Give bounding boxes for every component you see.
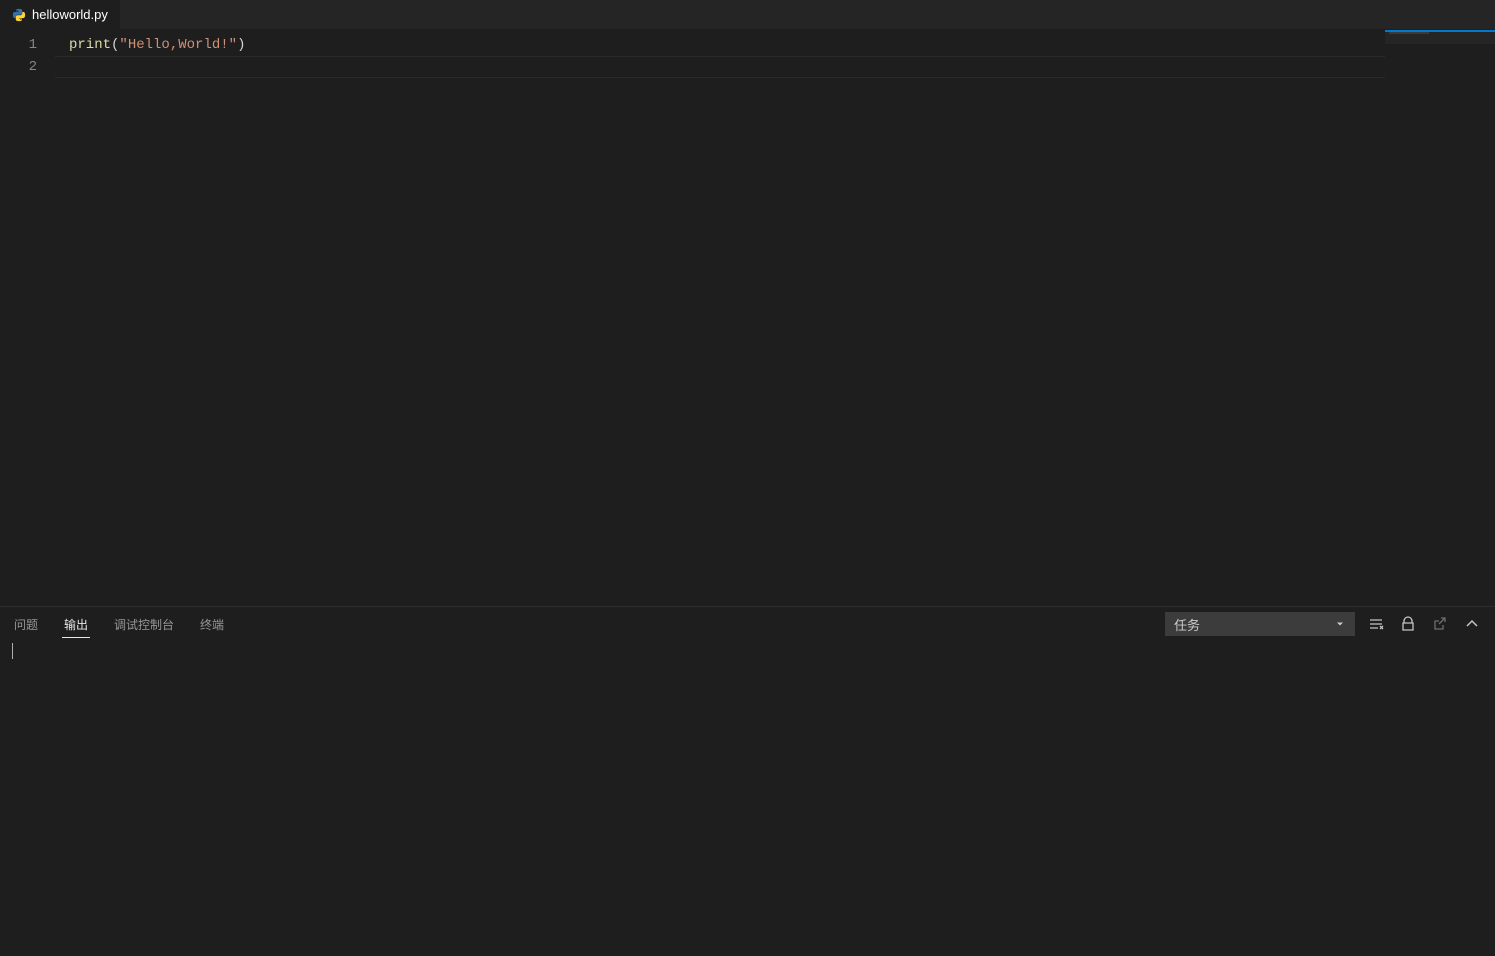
panel-tab-output[interactable]: 输出 <box>62 607 90 641</box>
panel-tabs: 问题 输出 调试控制台 终端 <box>12 607 226 641</box>
collapse-panel-icon[interactable] <box>1461 613 1483 635</box>
select-value: 任务 <box>1174 615 1200 634</box>
editor[interactable]: 1 2 print("Hello,World!") <box>0 30 1495 606</box>
line-number: 1 <box>0 34 55 56</box>
editor-tabbar: helloworld.py <box>0 0 1495 30</box>
panel-header: 问题 输出 调试控制台 终端 任务 <box>0 607 1495 641</box>
code-line[interactable]: print("Hello,World!") <box>55 34 1385 56</box>
open-log-icon[interactable] <box>1429 613 1451 635</box>
tabbar-empty <box>121 0 1495 29</box>
clear-output-icon[interactable] <box>1365 613 1387 635</box>
output-body[interactable] <box>0 641 1495 956</box>
code-line[interactable] <box>55 56 1385 78</box>
token-str: " <box>229 37 237 53</box>
tab-filename: helloworld.py <box>32 7 108 22</box>
panel-actions: 任务 <box>1165 612 1483 636</box>
panel-tab-problems[interactable]: 问题 <box>12 607 40 641</box>
token-str: " <box>119 37 127 53</box>
tab-helloworld-py[interactable]: helloworld.py <box>0 0 121 29</box>
token-fn: print <box>69 37 111 53</box>
token-str: Hello,World! <box>128 37 229 53</box>
python-icon <box>12 8 26 22</box>
minimap-line <box>1389 32 1429 34</box>
chevron-down-icon <box>1334 618 1346 630</box>
minimap[interactable] <box>1385 30 1495 606</box>
panel-tab-terminal[interactable]: 终端 <box>198 607 226 641</box>
app-root: helloworld.py 1 2 print("Hello,World!") … <box>0 0 1495 956</box>
line-number-gutter: 1 2 <box>0 30 55 606</box>
code-area[interactable]: print("Hello,World!") <box>55 30 1385 606</box>
panel-tab-debug-console[interactable]: 调试控制台 <box>112 607 176 641</box>
bottom-panel: 问题 输出 调试控制台 终端 任务 <box>0 606 1495 956</box>
output-channel-select[interactable]: 任务 <box>1165 612 1355 636</box>
token-punc: ) <box>237 37 245 53</box>
lock-scroll-icon[interactable] <box>1397 613 1419 635</box>
line-number: 2 <box>0 56 55 78</box>
output-cursor <box>12 643 13 659</box>
